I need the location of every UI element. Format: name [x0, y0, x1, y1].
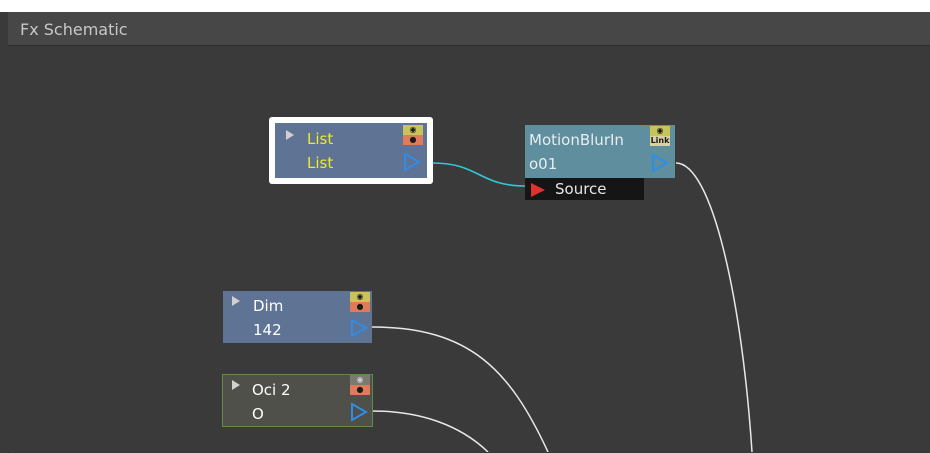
output-port-arrow-icon[interactable]: [403, 153, 421, 171]
panel-titlebar[interactable]: Fx Schematic: [8, 12, 930, 46]
render-toggle-icon[interactable]: ●: [350, 385, 370, 395]
node-motionblur[interactable]: MotionBlurIn o01 ◉ Link: [525, 125, 675, 178]
node-name: List: [307, 130, 334, 148]
node-value: List: [307, 154, 334, 172]
eye-icon[interactable]: ◉: [650, 126, 670, 136]
eye-icon[interactable]: ◉: [350, 292, 370, 302]
node-name: MotionBlurIn: [529, 131, 624, 149]
window-top-strip: [0, 0, 930, 12]
render-toggle-icon[interactable]: ●: [403, 135, 423, 145]
output-port-arrow-icon[interactable]: [651, 154, 669, 172]
expand-triangle-icon[interactable]: [232, 296, 240, 306]
node-value: 142: [253, 321, 282, 339]
node-oci[interactable]: Oci 2 O ◉ ●: [222, 374, 373, 427]
input-port-arrow-icon[interactable]: [531, 183, 545, 197]
schematic-canvas[interactable]: [8, 46, 930, 452]
output-port-arrow-icon[interactable]: [350, 403, 368, 421]
panel-title: Fx Schematic: [20, 20, 128, 39]
port-label: Source: [555, 180, 607, 198]
link-badge[interactable]: Link: [650, 136, 670, 146]
node-list[interactable]: List List ◉ ●: [269, 117, 433, 184]
node-name: Oci 2: [252, 381, 291, 399]
node-value: o01: [529, 155, 558, 173]
render-toggle-icon[interactable]: ●: [350, 302, 370, 312]
expand-triangle-icon[interactable]: [232, 380, 240, 390]
eye-icon[interactable]: ◉: [403, 125, 423, 135]
node-name: Dim: [253, 297, 284, 315]
eye-icon[interactable]: ◉: [350, 375, 370, 385]
expand-triangle-icon[interactable]: [286, 130, 294, 140]
source-input-port[interactable]: Source: [525, 178, 644, 200]
node-value: O: [252, 405, 264, 423]
output-port-arrow-icon[interactable]: [350, 319, 368, 337]
node-dim[interactable]: Dim 142 ◉ ●: [223, 291, 372, 343]
